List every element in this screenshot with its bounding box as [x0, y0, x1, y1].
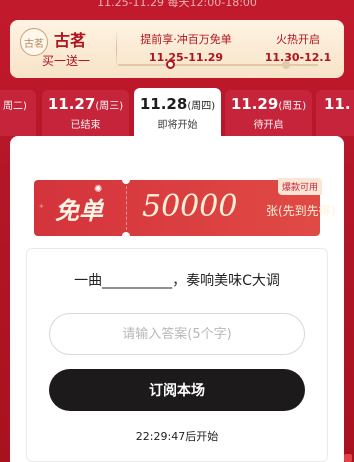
promo-progress-current-dot	[166, 60, 175, 69]
answer-input[interactable]	[49, 313, 305, 355]
brand-offer: 买一送一	[42, 54, 91, 68]
coupon-notch-top	[122, 176, 130, 184]
countdown-text: 22:29:47后开始	[135, 430, 219, 443]
tab-status: 即将开始	[157, 120, 198, 131]
promo-progress-next-dot	[282, 61, 290, 69]
coupon-divider	[126, 186, 127, 230]
promo-phase-2-dates: 11.30-12.1	[264, 51, 332, 64]
promo-phase-1-title: 提前享·冲百万免单	[140, 33, 232, 46]
date-tabs: 周二) 11.27(周三) 已结束 11.28(周四) 即将开始 11.29(周…	[0, 88, 354, 140]
tab-11-26[interactable]: 周二)	[0, 90, 36, 136]
tab-11-27[interactable]: 11.27(周三) 已结束	[42, 90, 129, 136]
tab-11-30[interactable]: 11.	[316, 90, 354, 136]
coupon-notch-bottom	[122, 232, 130, 240]
promo-divider	[116, 30, 117, 68]
tab-weekday: 周二)	[3, 101, 27, 112]
coupon-unit: 张(先到先得)	[266, 204, 336, 218]
promo-phase-1-dates: 11.25-11.29	[148, 51, 224, 64]
coupon-label: 免单	[55, 195, 103, 225]
subscribe-button[interactable]: 订阅本场	[49, 369, 305, 411]
tab-weekday: (周五)	[278, 101, 307, 112]
coupon-amount: 50000	[142, 189, 238, 224]
tab-date: 11.29	[230, 95, 279, 113]
firework-icon: ✺	[94, 184, 103, 195]
promo-phase-1: 提前享·冲百万免单 11.25-11.29	[130, 31, 242, 64]
tab-11-28[interactable]: 11.28(周四) 即将开始	[134, 88, 221, 140]
tab-date: 11.27	[47, 95, 96, 113]
tab-status: 已结束	[70, 120, 101, 131]
tab-weekday: (周三)	[95, 101, 124, 112]
tab-weekday: (周四)	[187, 101, 216, 112]
free-order-coupon: ✦ 免单 ✺ 50000 张(先到先得) 爆款可用	[34, 176, 335, 240]
tab-date: 11.28	[139, 95, 188, 113]
promo-phase-2-title: 火热开启	[276, 33, 320, 46]
quiz-question: 一曲__________，奏响美味C大调	[74, 273, 280, 289]
promo-banner[interactable]: 古茗 古茗 买一送一 提前享·冲百万免单 11.25-11.29 火热开启 11…	[10, 20, 344, 78]
brand-name: 古茗	[54, 31, 87, 50]
promo-phase-2: 火热开启 11.30-12.1	[258, 31, 338, 64]
tab-11-29[interactable]: 11.29(周五) 待开启	[225, 90, 312, 136]
tab-date: 11.	[324, 95, 351, 113]
coupon-badge: 爆款可用	[277, 178, 322, 195]
tab-status: 待开启	[253, 120, 284, 131]
event-time-strip: 11.25-11.29 每天12:00-18:00	[97, 0, 257, 9]
corner-marker	[344, 454, 352, 462]
